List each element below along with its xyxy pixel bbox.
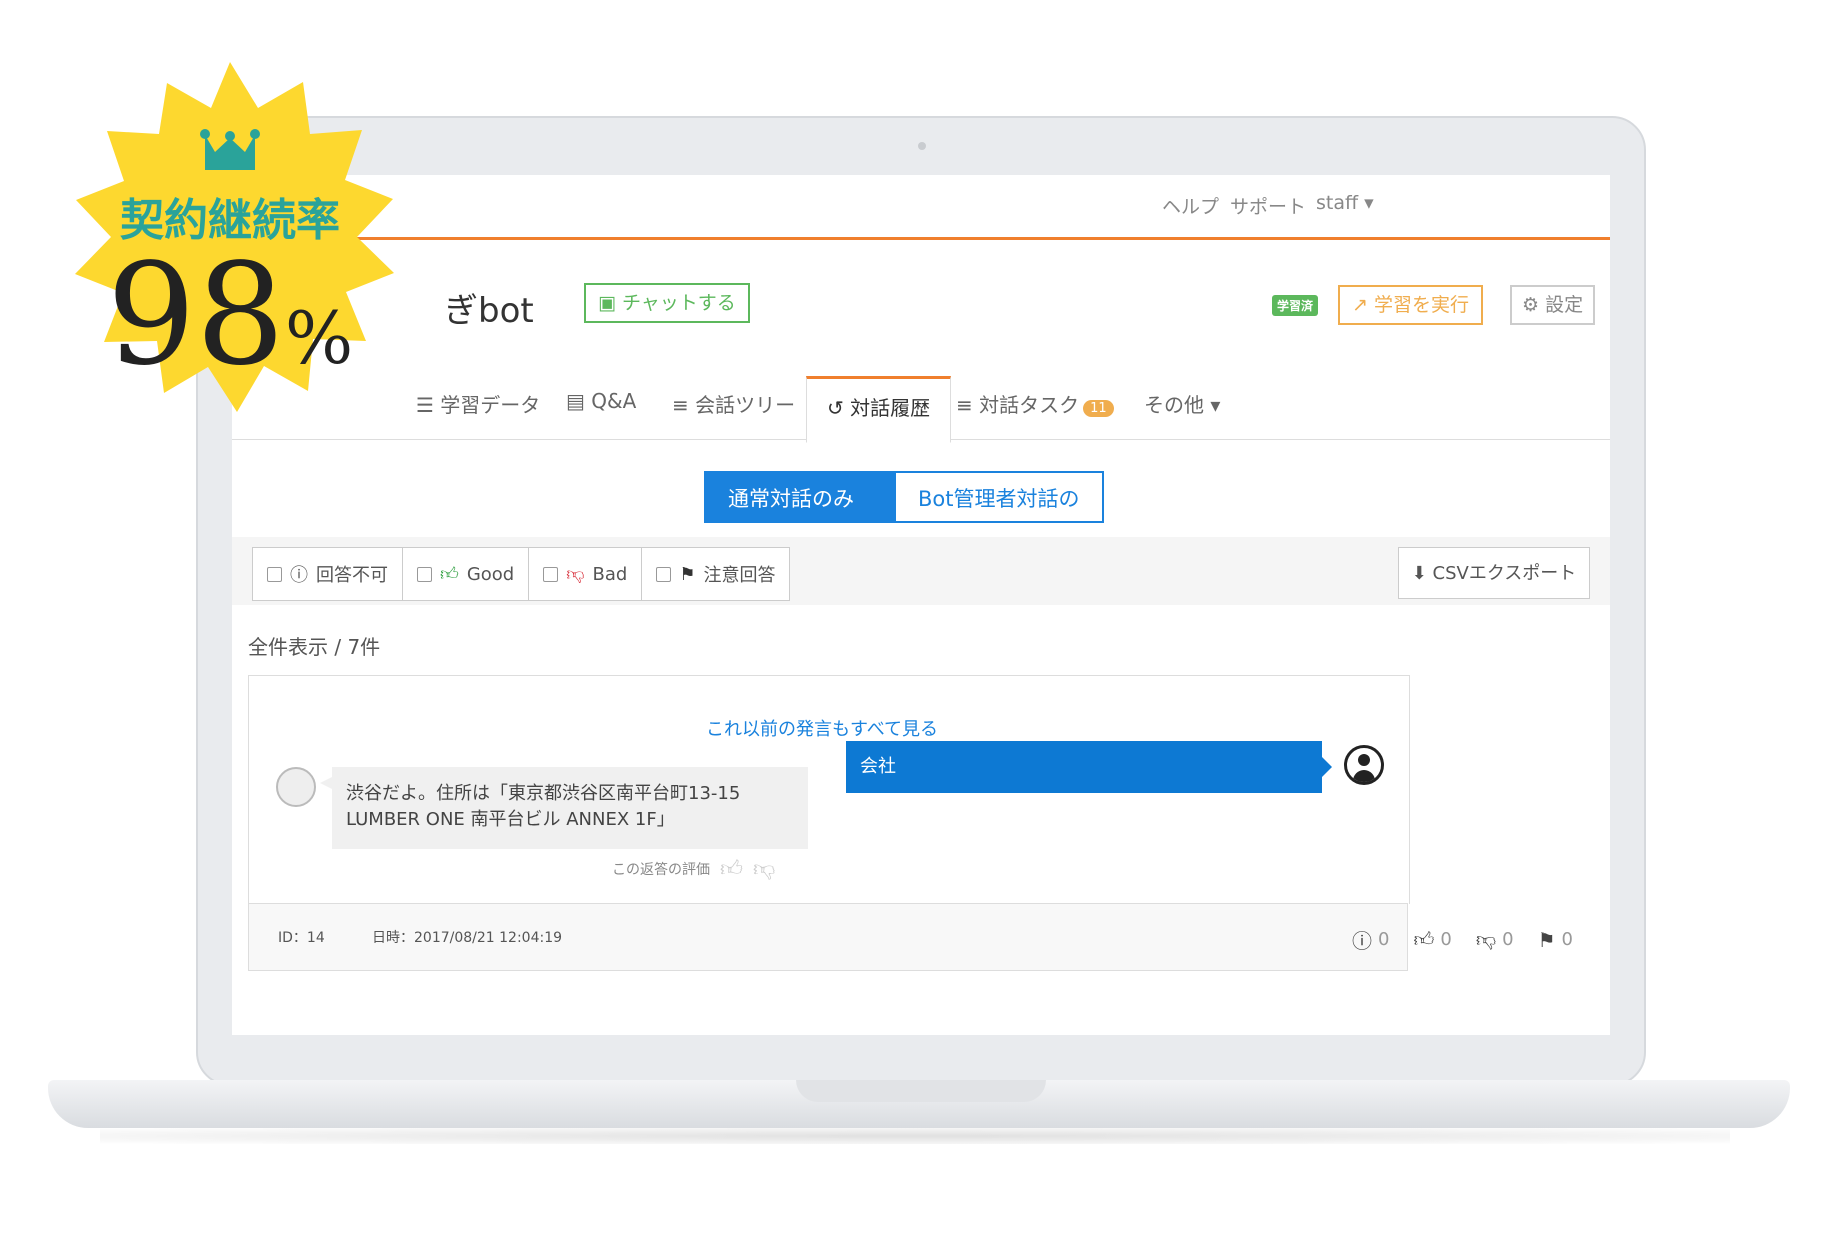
- tree-icon: ≡: [672, 393, 696, 417]
- tab-history[interactable]: ↺ 対話履歴: [806, 376, 952, 443]
- flag-icon: ⚑: [679, 563, 696, 585]
- tab-conversation-tree[interactable]: ≡ 会話ツリー: [672, 389, 795, 418]
- record-id: ID：14: [278, 930, 325, 946]
- thumbs-down-icon[interactable]: 👎︎: [753, 855, 775, 882]
- avatar-torso: [1353, 770, 1375, 782]
- csv-export-button[interactable]: ⬇ CSVエクスポート: [1398, 547, 1590, 599]
- tab-learning-data-label: 学習データ: [440, 393, 541, 417]
- filter-unanswerable[interactable]: ⓘ 回答不可: [253, 548, 403, 600]
- checkbox[interactable]: [267, 566, 282, 582]
- tab-history-label: 対話履歴: [850, 396, 931, 420]
- laptop-shadow: [100, 1128, 1730, 1144]
- thumbs-down-icon: 👎︎: [1475, 927, 1497, 951]
- stat-good-count: 0: [1440, 929, 1452, 950]
- tab-qa[interactable]: ▤ Q&A: [566, 389, 636, 413]
- bot-title: ぎbot: [444, 291, 534, 331]
- rating-row: この返答の評価 👍︎ 👎︎: [612, 855, 775, 882]
- thumbs-down-icon: 👎︎: [566, 564, 585, 585]
- exclamation-icon: ⓘ: [290, 565, 308, 586]
- tab-other[interactable]: その他 ▾: [1144, 389, 1220, 418]
- toggle-normal[interactable]: 通常対話のみ: [704, 471, 894, 523]
- download-icon: ⬇: [1411, 563, 1433, 584]
- filter-bad-label: Bad: [592, 563, 628, 585]
- checkbox[interactable]: [543, 566, 559, 582]
- tab-tasks-label: 対話タスク: [979, 393, 1080, 417]
- see-all-link[interactable]: これ以前の発言もすべて見る: [706, 715, 938, 741]
- avatar-head: [1358, 754, 1370, 766]
- tab-conversation-tree-label: 会話ツリー: [695, 393, 796, 417]
- stat-bad-count: 0: [1502, 929, 1514, 950]
- camera-dot: [918, 142, 926, 150]
- stat-bad[interactable]: 👎︎ 0: [1476, 925, 1514, 954]
- filter-good[interactable]: 👍︎ Good: [403, 548, 530, 600]
- chat-button[interactable]: ▣ チャットする: [584, 283, 750, 323]
- gear-icon: ⚙: [1522, 294, 1546, 316]
- user-avatar: [1344, 745, 1384, 785]
- result-count: 全件表示 / 7件: [248, 635, 381, 659]
- thumbs-up-icon: 👍︎: [440, 564, 459, 585]
- badge-value: 98%: [20, 234, 440, 397]
- run-learning-button[interactable]: ↗ 学習を実行: [1338, 285, 1483, 325]
- support-link[interactable]: サポート: [1230, 192, 1306, 219]
- settings-label: 設定: [1545, 294, 1584, 316]
- filter-unanswerable-label: 回答不可: [316, 565, 388, 586]
- filter-caution-label: 注意回答: [703, 565, 776, 586]
- exclamation-icon: ⓘ: [1352, 929, 1372, 953]
- trend-icon: ↗: [1352, 294, 1374, 316]
- badge-number: 98: [106, 234, 285, 397]
- task-count-badge: 11: [1083, 400, 1114, 417]
- user-message: 会社: [846, 741, 1332, 793]
- stat-flag[interactable]: ⚑ 0: [1538, 925, 1573, 954]
- settings-button[interactable]: ⚙ 設定: [1510, 285, 1596, 325]
- chat-icon: ▣: [598, 292, 622, 314]
- stat-unanswerable[interactable]: ⓘ 0: [1352, 925, 1389, 954]
- bot-message: 渋谷だよ。住所は「東京都渋谷区南平台町13-15 LUMBER ONE 南平台ビ…: [320, 767, 808, 849]
- thumbs-up-icon: 👍︎: [1413, 927, 1435, 951]
- csv-export-label: CSVエクスポート: [1432, 563, 1577, 584]
- filter-caution[interactable]: ⚑ 注意回答: [642, 548, 789, 600]
- flag-icon: ⚑: [1537, 927, 1556, 952]
- learned-badge: 学習済: [1272, 295, 1319, 316]
- crown-icon: [200, 129, 260, 170]
- toggle-admin[interactable]: Bot管理者対話のみ: [894, 471, 1104, 563]
- stat-unanswerable-count: 0: [1378, 929, 1390, 950]
- bot-avatar: [276, 767, 316, 807]
- tab-qa-label: Q&A: [591, 389, 637, 413]
- tasks-icon: ≡: [956, 393, 980, 417]
- badge-unit: %: [284, 296, 354, 380]
- filter-good-label: Good: [466, 563, 515, 585]
- thumbs-up-icon[interactable]: 👍︎: [720, 855, 743, 882]
- history-icon: ↺: [827, 396, 851, 420]
- rating-label: この返答の評価: [612, 861, 710, 878]
- stat-good[interactable]: 👍︎ 0: [1413, 925, 1451, 954]
- record-stats: ⓘ 0 👍︎ 0 👎︎ 0 ⚑ 0: [1352, 925, 1573, 954]
- chat-button-label: チャットする: [622, 292, 736, 314]
- checkbox[interactable]: [656, 566, 672, 582]
- checkbox[interactable]: [417, 566, 432, 582]
- filter-bad[interactable]: 👎︎ Bad: [529, 548, 643, 600]
- help-link[interactable]: ヘルプ: [1162, 192, 1219, 219]
- tab-tasks[interactable]: ≡ 対話タスク 11: [956, 389, 1114, 418]
- laptop-notch: [796, 1080, 1046, 1102]
- comments-icon: ▤: [566, 389, 592, 413]
- user-menu[interactable]: staff ▾: [1316, 192, 1374, 214]
- run-learning-label: 学習を実行: [1373, 294, 1469, 316]
- stat-flag-count: 0: [1561, 929, 1573, 950]
- filter-group: ⓘ 回答不可 👍︎ Good 👎︎ Bad ⚑ 注意回答: [252, 547, 791, 601]
- record-datetime: 日時：2017/08/21 12:04:19: [372, 930, 563, 946]
